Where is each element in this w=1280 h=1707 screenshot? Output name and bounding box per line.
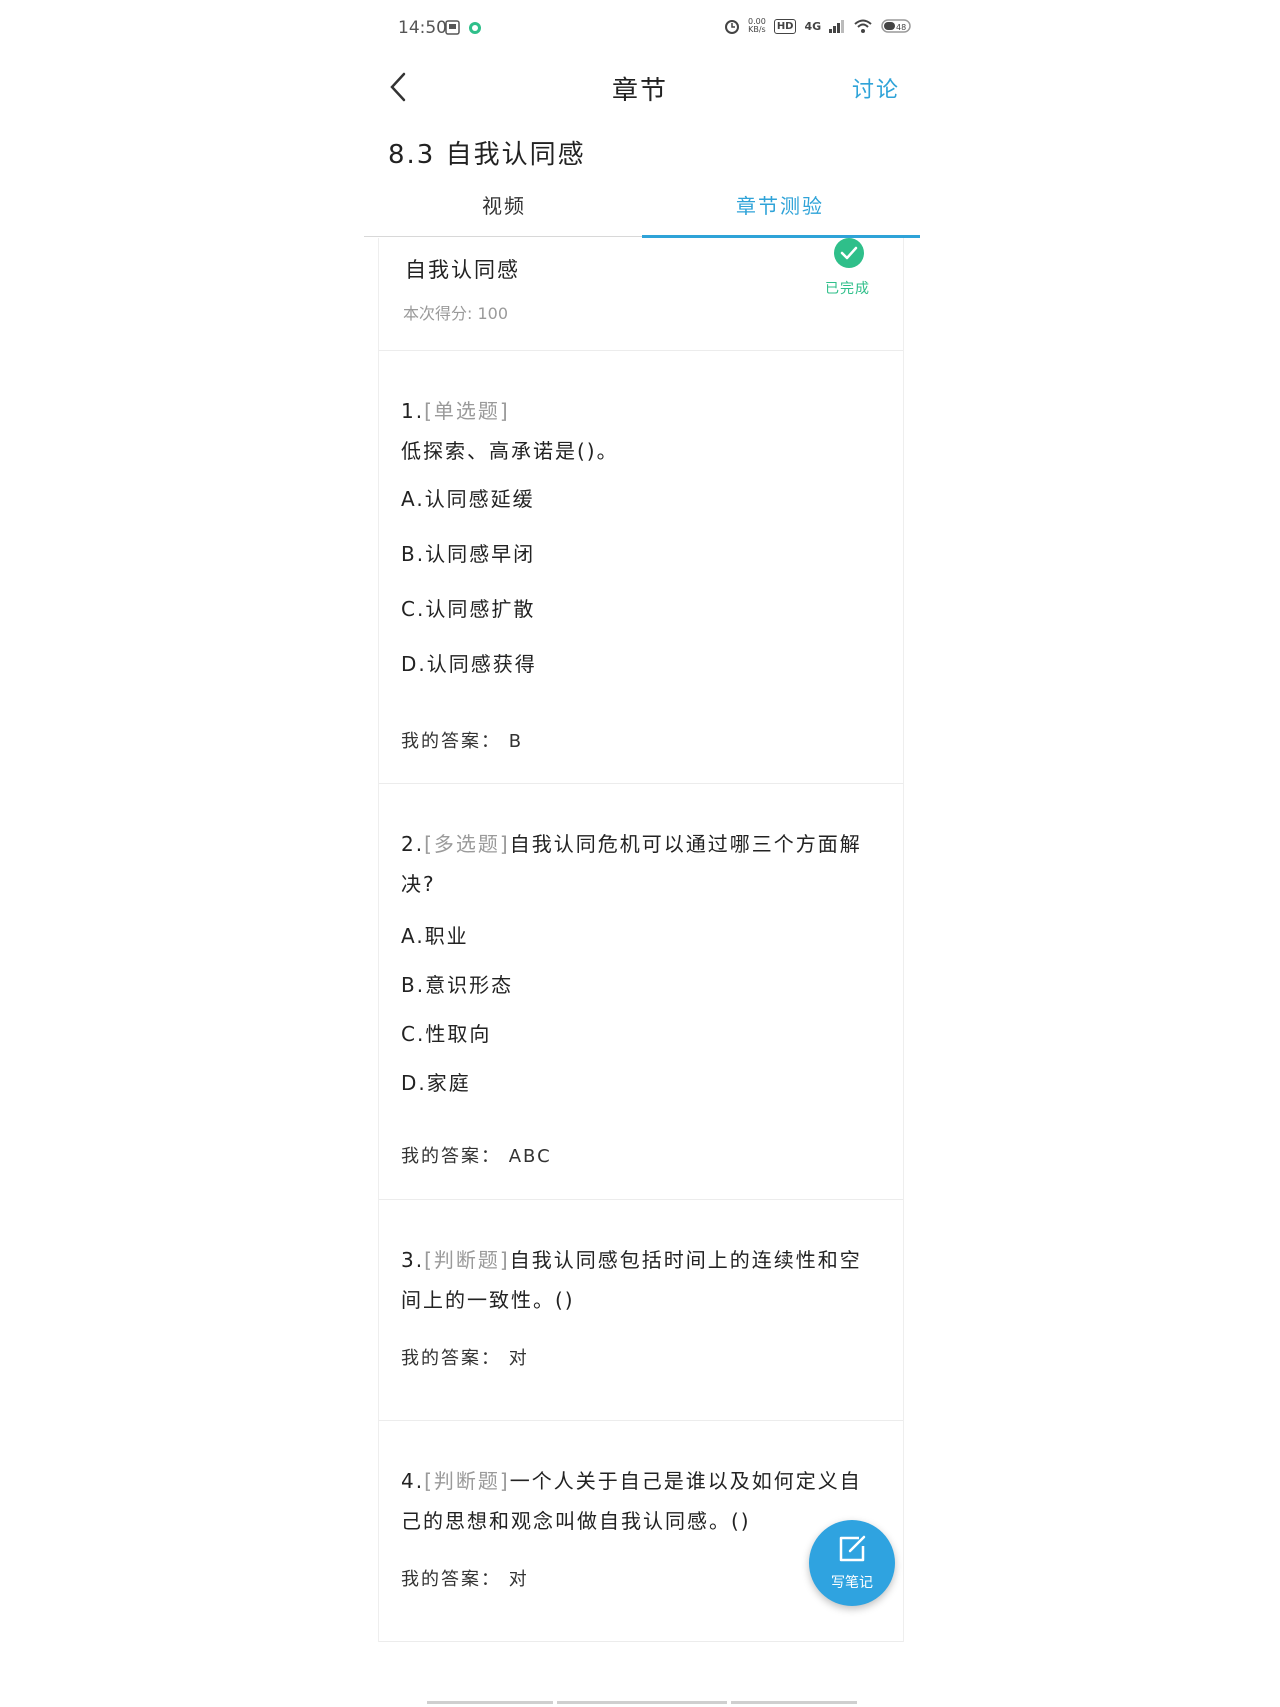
status-notification-icons bbox=[445, 20, 485, 40]
quiz-score: 本次得分: 100 bbox=[403, 304, 509, 323]
question-item: 3.[判断题]自我认同感包括时间上的连续性和空间上的一致性。() 我的答案： 对 bbox=[379, 1200, 903, 1421]
option-b[interactable]: B.意识形态 bbox=[401, 969, 881, 998]
question-type: [多选题] bbox=[424, 832, 510, 856]
svg-text:48: 48 bbox=[896, 23, 906, 32]
discuss-button[interactable]: 讨论 bbox=[852, 72, 900, 104]
notification-icon bbox=[445, 20, 481, 35]
my-answer: 我的答案： 对 bbox=[401, 1348, 529, 1369]
question-number: 3. bbox=[401, 1248, 425, 1272]
status-time: 14:50 bbox=[398, 18, 447, 38]
quiz-summary: 自我认同感 本次得分: 100 已完成 bbox=[379, 238, 903, 351]
page-title: 章节 bbox=[611, 76, 668, 106]
bottom-nav-segment bbox=[427, 1701, 553, 1704]
option-a[interactable]: A.认同感延缓 bbox=[401, 483, 881, 512]
quiz-name: 自我认同感 bbox=[405, 258, 520, 282]
quiz-content[interactable]: 自我认同感 本次得分: 100 已完成 1.[单选题] 低探索、高承诺是()。 … bbox=[378, 238, 904, 1642]
battery-icon: 48 bbox=[881, 19, 911, 33]
alarm-icon bbox=[725, 20, 739, 34]
my-answer: 我的答案： ABC bbox=[401, 1146, 552, 1167]
question-type: [判断题] bbox=[424, 1248, 510, 1272]
question-number: 2. bbox=[401, 832, 425, 856]
option-d[interactable]: D.家庭 bbox=[401, 1067, 881, 1096]
net-speed: 0.00 KB/s bbox=[748, 17, 766, 34]
option-b[interactable]: B.认同感早闭 bbox=[401, 538, 881, 567]
question-stem: 低探索、高承诺是()。 bbox=[401, 439, 619, 463]
question-number: 4. bbox=[401, 1469, 425, 1493]
option-d[interactable]: D.认同感获得 bbox=[401, 648, 881, 677]
bottom-nav-segment bbox=[557, 1701, 727, 1704]
question-type: [单选题] bbox=[424, 399, 510, 423]
question-type: [判断题] bbox=[424, 1469, 510, 1493]
question-text: 1.[单选题] 低探索、高承诺是()。 bbox=[401, 391, 881, 471]
edit-icon bbox=[839, 1535, 866, 1562]
option-a[interactable]: A.职业 bbox=[401, 920, 881, 949]
write-note-label: 写笔记 bbox=[831, 1575, 873, 1591]
question-text: 4.[判断题]一个人关于自己是谁以及如何定义自己的思想和观念叫做自我认同感。() bbox=[401, 1461, 881, 1541]
status-badge: 已完成 bbox=[825, 281, 870, 297]
question-item: 2.[多选题]自我认同危机可以通过哪三个方面解决? A.职业 B.意识形态 C.… bbox=[379, 784, 903, 1200]
question-text: 2.[多选题]自我认同危机可以通过哪三个方面解决? bbox=[401, 824, 881, 904]
wifi-icon bbox=[854, 19, 872, 33]
question-item: 1.[单选题] 低探索、高承诺是()。 A.认同感延缓 B.认同感早闭 C.认同… bbox=[379, 351, 903, 784]
check-icon bbox=[834, 238, 864, 268]
option-c[interactable]: C.性取向 bbox=[401, 1018, 881, 1047]
status-right-icons: 0.00 KB/s HD 4G 48 bbox=[724, 18, 915, 34]
my-answer: 我的答案： B bbox=[401, 731, 524, 752]
question-text: 3.[判断题]自我认同感包括时间上的连续性和空间上的一致性。() bbox=[401, 1240, 881, 1320]
tab-video[interactable]: 视频 bbox=[364, 190, 644, 219]
tab-chapter-quiz[interactable]: 章节测验 bbox=[640, 190, 920, 219]
option-c[interactable]: C.认同感扩散 bbox=[401, 593, 881, 622]
network-label: 4G bbox=[804, 19, 822, 33]
hd-badge: HD bbox=[773, 18, 797, 34]
section-title: 8.3 自我认同感 bbox=[388, 140, 586, 170]
signal-icon bbox=[829, 20, 845, 33]
write-note-button[interactable]: 写笔记 bbox=[809, 1520, 895, 1606]
bottom-nav-segment bbox=[731, 1701, 857, 1704]
question-number: 1. bbox=[401, 399, 425, 423]
